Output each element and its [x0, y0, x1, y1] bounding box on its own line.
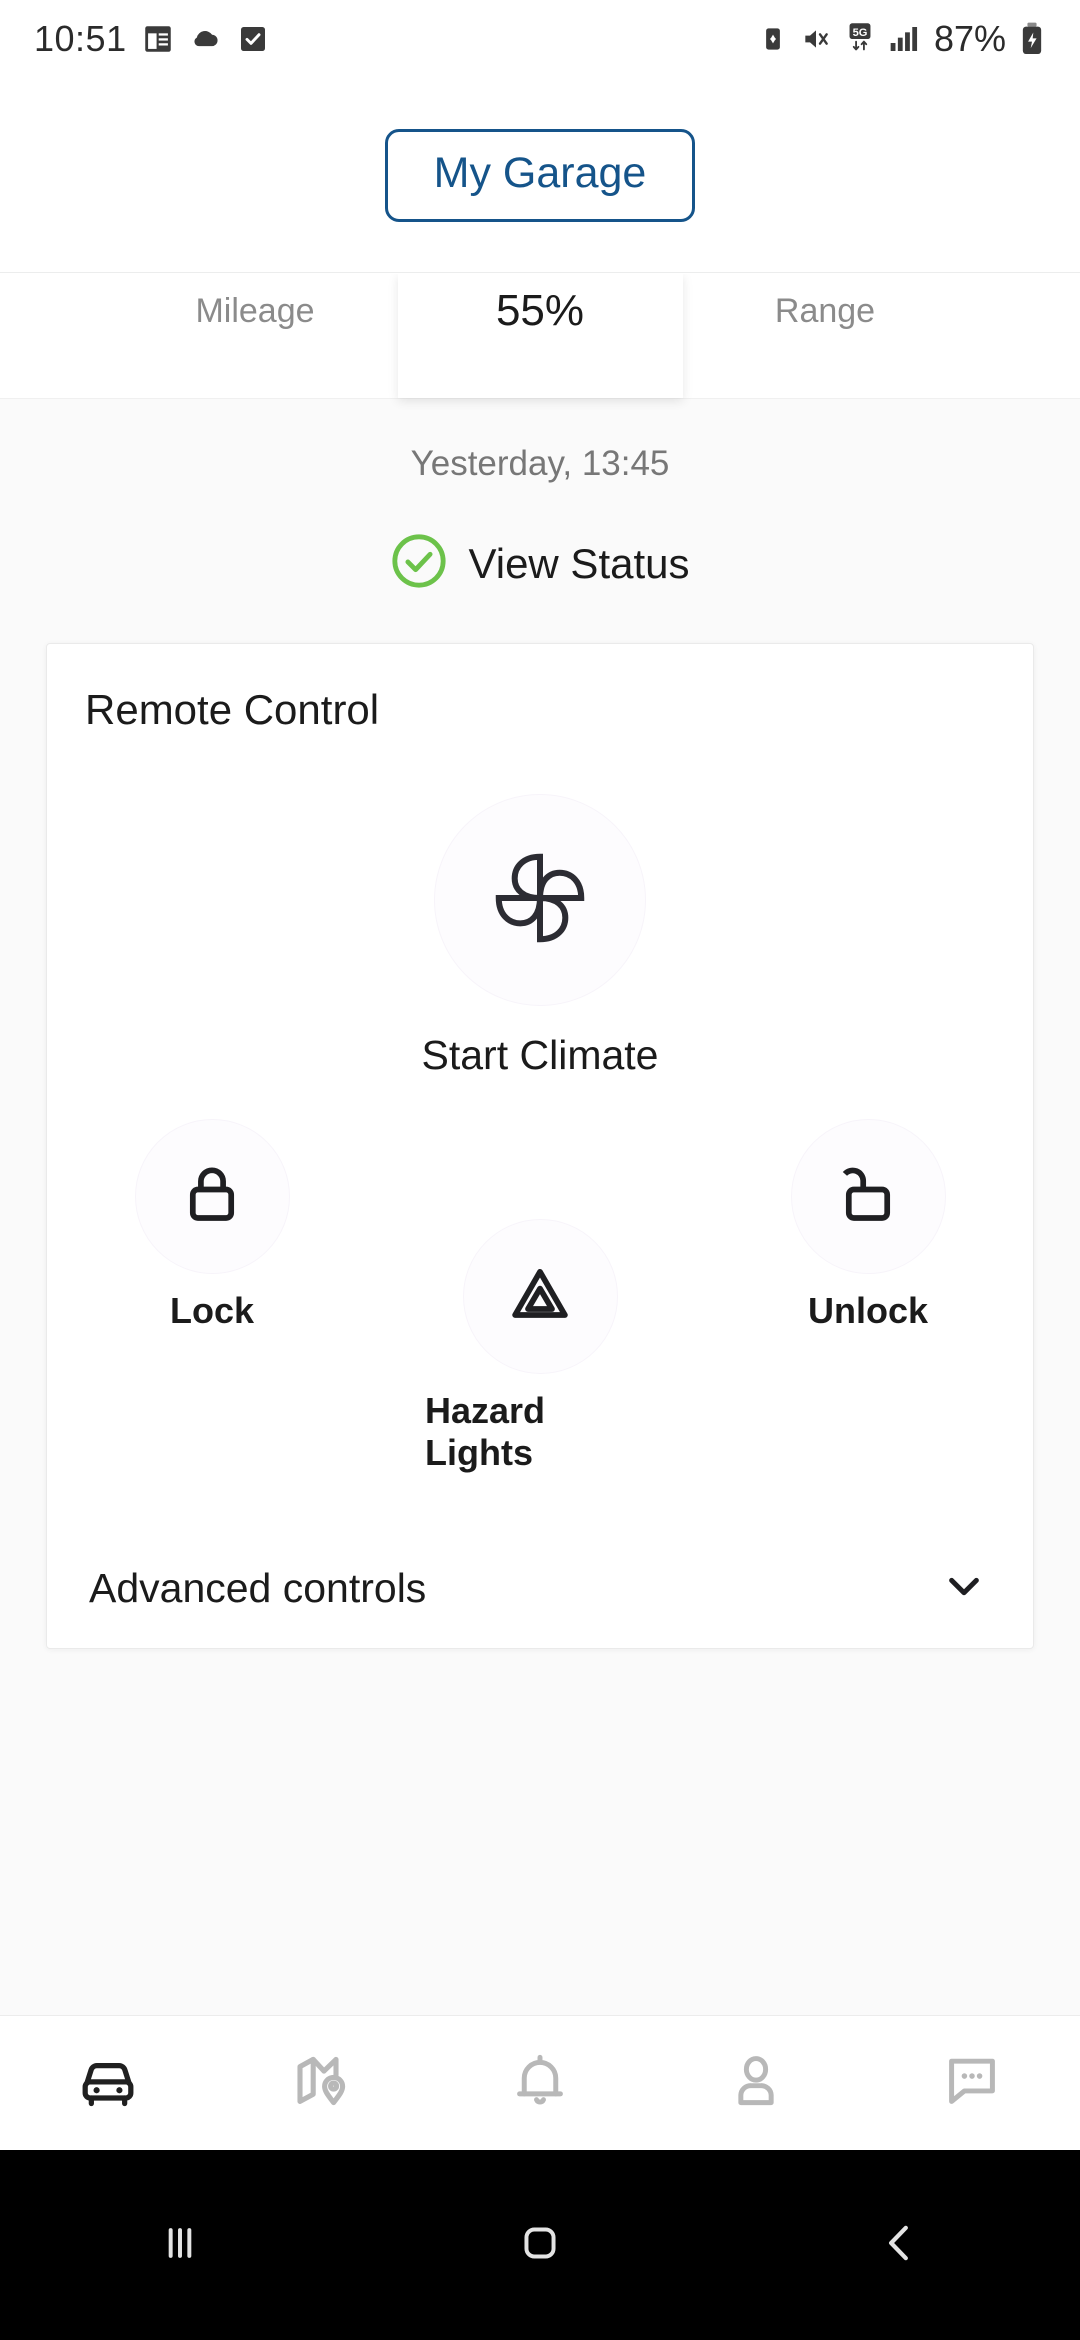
lock-closed-icon	[176, 1158, 248, 1235]
start-climate-button[interactable]: Start Climate	[47, 794, 1033, 1079]
advanced-controls-row[interactable]: Advanced controls	[47, 1528, 1033, 1648]
status-bar-right: 5G 87%	[758, 18, 1046, 60]
lock-button[interactable]: Lock	[97, 1119, 327, 1332]
status-bar: 10:51 5G 87%	[0, 0, 1080, 78]
nav-item-profile[interactable]	[676, 2016, 836, 2151]
weather-cloud-icon	[189, 22, 223, 56]
back-chevron-icon	[872, 2215, 928, 2276]
bell-icon	[505, 2046, 575, 2121]
map-pin-icon	[288, 2045, 360, 2122]
view-status-link[interactable]: View Status	[0, 532, 1080, 595]
advanced-controls-label: Advanced controls	[89, 1564, 427, 1611]
vehicle-stats-row: Mileage 55% Range	[0, 274, 1080, 398]
scroll-content[interactable]: Mileage 55% Range Yesterday, 13:45 View …	[0, 274, 1080, 2015]
unlock-button[interactable]: Unlock	[753, 1119, 983, 1332]
chevron-down-icon[interactable]	[937, 1559, 991, 1618]
checkbox-checked-icon	[237, 23, 269, 55]
remote-control-title: Remote Control	[85, 686, 380, 733]
nav-item-map[interactable]	[244, 2016, 404, 2151]
chat-bubble-icon	[937, 2046, 1007, 2121]
check-circle-icon	[390, 532, 448, 595]
back-button[interactable]	[800, 2150, 1000, 2340]
bottom-navigation-bar	[0, 2015, 1080, 2150]
lock-open-icon	[832, 1158, 904, 1235]
lock-label: Lock	[169, 1290, 255, 1331]
hazard-lights-button[interactable]: Hazard Lights	[425, 1219, 655, 1474]
start-climate-halo	[434, 794, 646, 1006]
remote-control-card: Remote Control Start Climate Lock Hazard…	[46, 643, 1034, 1649]
nav-item-notifications[interactable]	[460, 2016, 620, 2151]
status-bar-clock: 10:51	[34, 18, 127, 59]
lock-halo	[134, 1119, 290, 1274]
svg-text:5G: 5G	[853, 27, 868, 39]
battery-saver-icon	[758, 24, 788, 54]
status-bar-left: 10:51	[34, 18, 269, 60]
nav-item-messages[interactable]	[892, 2016, 1052, 2151]
last-updated-timestamp: Yesterday, 13:45	[410, 444, 670, 483]
remote-actions-row: Lock Hazard Lights Unlock	[47, 1079, 1033, 1473]
mute-vibrate-icon	[800, 23, 832, 55]
view-status-label: View Status	[468, 539, 690, 587]
unlock-halo	[790, 1119, 946, 1274]
hazard-lights-label: Hazard Lights	[425, 1390, 546, 1473]
start-climate-label: Start Climate	[421, 1032, 659, 1078]
calendar-icon	[141, 22, 175, 56]
5g-network-icon: 5G	[844, 22, 876, 56]
home-button[interactable]	[440, 2150, 640, 2340]
battery-charging-icon	[1018, 22, 1046, 56]
person-icon	[721, 2046, 791, 2121]
hazard-triangle-icon	[504, 1258, 576, 1335]
car-icon	[71, 2044, 145, 2123]
recents-button[interactable]	[80, 2150, 280, 2340]
recents-icon	[152, 2215, 208, 2276]
unlock-label: Unlock	[807, 1290, 929, 1331]
hazard-halo	[462, 1219, 618, 1374]
fan-pinwheel-icon	[480, 838, 600, 963]
signal-bars-icon	[888, 24, 920, 54]
app-header: My Garage	[0, 78, 1080, 273]
stat-range[interactable]: Range	[683, 274, 968, 331]
app-screen: 10:51 5G 87% My Garage Mileage 55% Range…	[0, 0, 1080, 2340]
my-garage-button[interactable]: My Garage	[384, 128, 696, 222]
stat-battery-percent[interactable]: 55%	[397, 274, 683, 398]
android-navigation-bar	[0, 2150, 1080, 2340]
nav-item-vehicle[interactable]	[28, 2016, 188, 2151]
home-square-icon	[512, 2215, 568, 2276]
battery-percent-label: 87%	[933, 18, 1006, 59]
stat-mileage[interactable]: Mileage	[113, 274, 398, 331]
